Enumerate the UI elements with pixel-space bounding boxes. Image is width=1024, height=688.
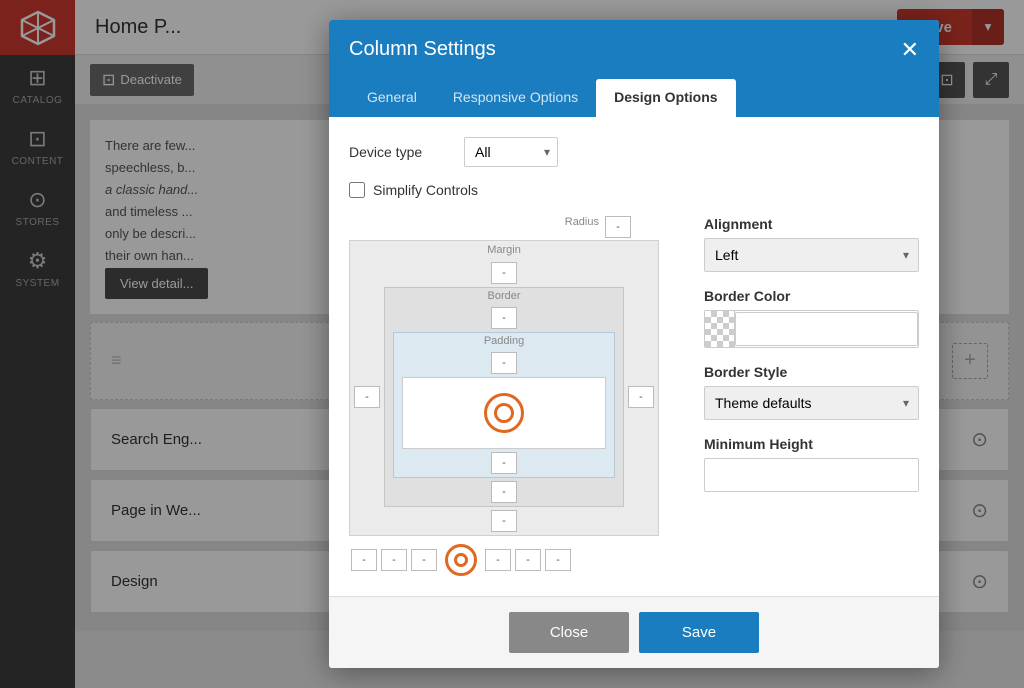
simplify-controls-label: Simplify Controls (373, 182, 478, 198)
device-type-select-wrap: All Desktop Tablet Mobile ▾ (464, 137, 558, 167)
margin-right-cell: - (624, 287, 658, 507)
margin-bottom-input[interactable]: - (491, 510, 517, 532)
padding-box: Padding - (393, 332, 615, 478)
alignment-select-wrap: Left Center Right ▾ (704, 238, 919, 272)
modal-footer: Close Save (329, 596, 939, 668)
border-style-field: Border Style Theme defaults None Solid D… (704, 364, 919, 420)
margin-bottom-row: - (350, 507, 658, 535)
border-bottom-input[interactable]: - (491, 481, 517, 503)
border-label: Border (385, 288, 623, 304)
padding-right-cell (606, 377, 614, 449)
column-icon-inner (494, 403, 514, 423)
color-checker-swatch[interactable] (705, 311, 735, 347)
minimum-height-field: Minimum Height (704, 436, 919, 492)
bottom-input-1[interactable]: - (351, 549, 377, 571)
border-left-cell (385, 332, 393, 478)
content-inner (402, 377, 606, 449)
border-middle-row: Padding - (385, 332, 623, 478)
close-button[interactable]: Close (509, 612, 629, 653)
bottom-input-3[interactable]: - (411, 549, 437, 571)
margin-left-input[interactable]: - (354, 386, 380, 408)
margin-label: Margin (350, 241, 658, 259)
simplify-controls-row: Simplify Controls (349, 182, 919, 198)
padding-bottom-row: - (394, 449, 614, 477)
padding-inner: Padding - (393, 332, 615, 478)
modal-close-button[interactable]: ✕ (901, 39, 919, 61)
bottom-input-6[interactable]: - (545, 549, 571, 571)
alignment-label: Alignment (704, 216, 919, 232)
bottom-inputs-row: - - - - - - (349, 544, 659, 576)
radius-label: Radius (565, 216, 599, 238)
border-right-cell (615, 332, 623, 478)
device-type-row: Device type All Desktop Tablet Mobile ▾ (349, 137, 919, 167)
content-box (402, 377, 606, 449)
padding-bottom-input[interactable]: - (491, 452, 517, 474)
padding-left-cell (394, 377, 402, 449)
margin-top-row: - (350, 259, 658, 287)
modal-title: Column Settings (349, 38, 496, 61)
box-model-area: Radius - Margin - - (349, 216, 679, 576)
radius-input[interactable]: - (605, 216, 631, 238)
border-style-select[interactable]: Theme defaults None Solid Dashed Dotted (704, 386, 919, 420)
center-column-icon-inner (454, 553, 468, 567)
tab-design[interactable]: Design Options (596, 79, 735, 118)
modal-header: Column Settings ✕ (329, 20, 939, 79)
border-inner: Border - (384, 287, 624, 507)
tab-general[interactable]: General (349, 79, 435, 118)
margin-top-input[interactable]: - (491, 262, 517, 284)
border-style-select-wrap: Theme defaults None Solid Dashed Dotted … (704, 386, 919, 420)
padding-top-row: - (394, 349, 614, 377)
alignment-select[interactable]: Left Center Right (704, 238, 919, 272)
border-bottom-row: - (385, 478, 623, 506)
border-color-label: Border Color (704, 288, 919, 304)
margin-middle-row: - Border - (350, 287, 658, 507)
border-top-input[interactable]: - (491, 307, 517, 329)
border-style-label: Border Style (704, 364, 919, 380)
save-button[interactable]: Save (639, 612, 759, 653)
center-column-icon (445, 544, 477, 576)
bottom-input-2[interactable]: - (381, 549, 407, 571)
padding-label: Padding (394, 333, 614, 349)
simplify-controls-checkbox[interactable] (349, 182, 365, 198)
column-icon (484, 393, 524, 433)
modal-body: Device type All Desktop Tablet Mobile ▾ … (329, 117, 939, 596)
border-color-input-wrap (704, 310, 919, 348)
right-column: Alignment Left Center Right ▾ Border Col… (704, 216, 919, 576)
modal-columns: Radius - Margin - - (349, 216, 919, 576)
padding-top-input[interactable]: - (491, 352, 517, 374)
box-model-container: Radius - Margin - - (349, 216, 659, 576)
margin-left-cell: - (350, 287, 384, 507)
bottom-input-4[interactable]: - (485, 549, 511, 571)
minimum-height-input[interactable] (704, 458, 919, 492)
device-type-select[interactable]: All Desktop Tablet Mobile (464, 137, 558, 167)
margin-right-input[interactable]: - (628, 386, 654, 408)
margin-box: Margin - - Border (349, 240, 659, 536)
column-settings-modal: Column Settings ✕ General Responsive Opt… (329, 20, 939, 668)
border-box: Border - (384, 287, 624, 507)
border-color-field: Border Color (704, 288, 919, 348)
border-top-row: - (385, 304, 623, 332)
modal-tabs: General Responsive Options Design Option… (329, 79, 939, 117)
padding-middle-row (394, 377, 614, 449)
bottom-input-5[interactable]: - (515, 549, 541, 571)
minimum-height-label: Minimum Height (704, 436, 919, 452)
device-type-label: Device type (349, 144, 449, 160)
tab-responsive[interactable]: Responsive Options (435, 79, 596, 118)
border-color-text-input[interactable] (735, 312, 918, 346)
alignment-field: Alignment Left Center Right ▾ (704, 216, 919, 272)
